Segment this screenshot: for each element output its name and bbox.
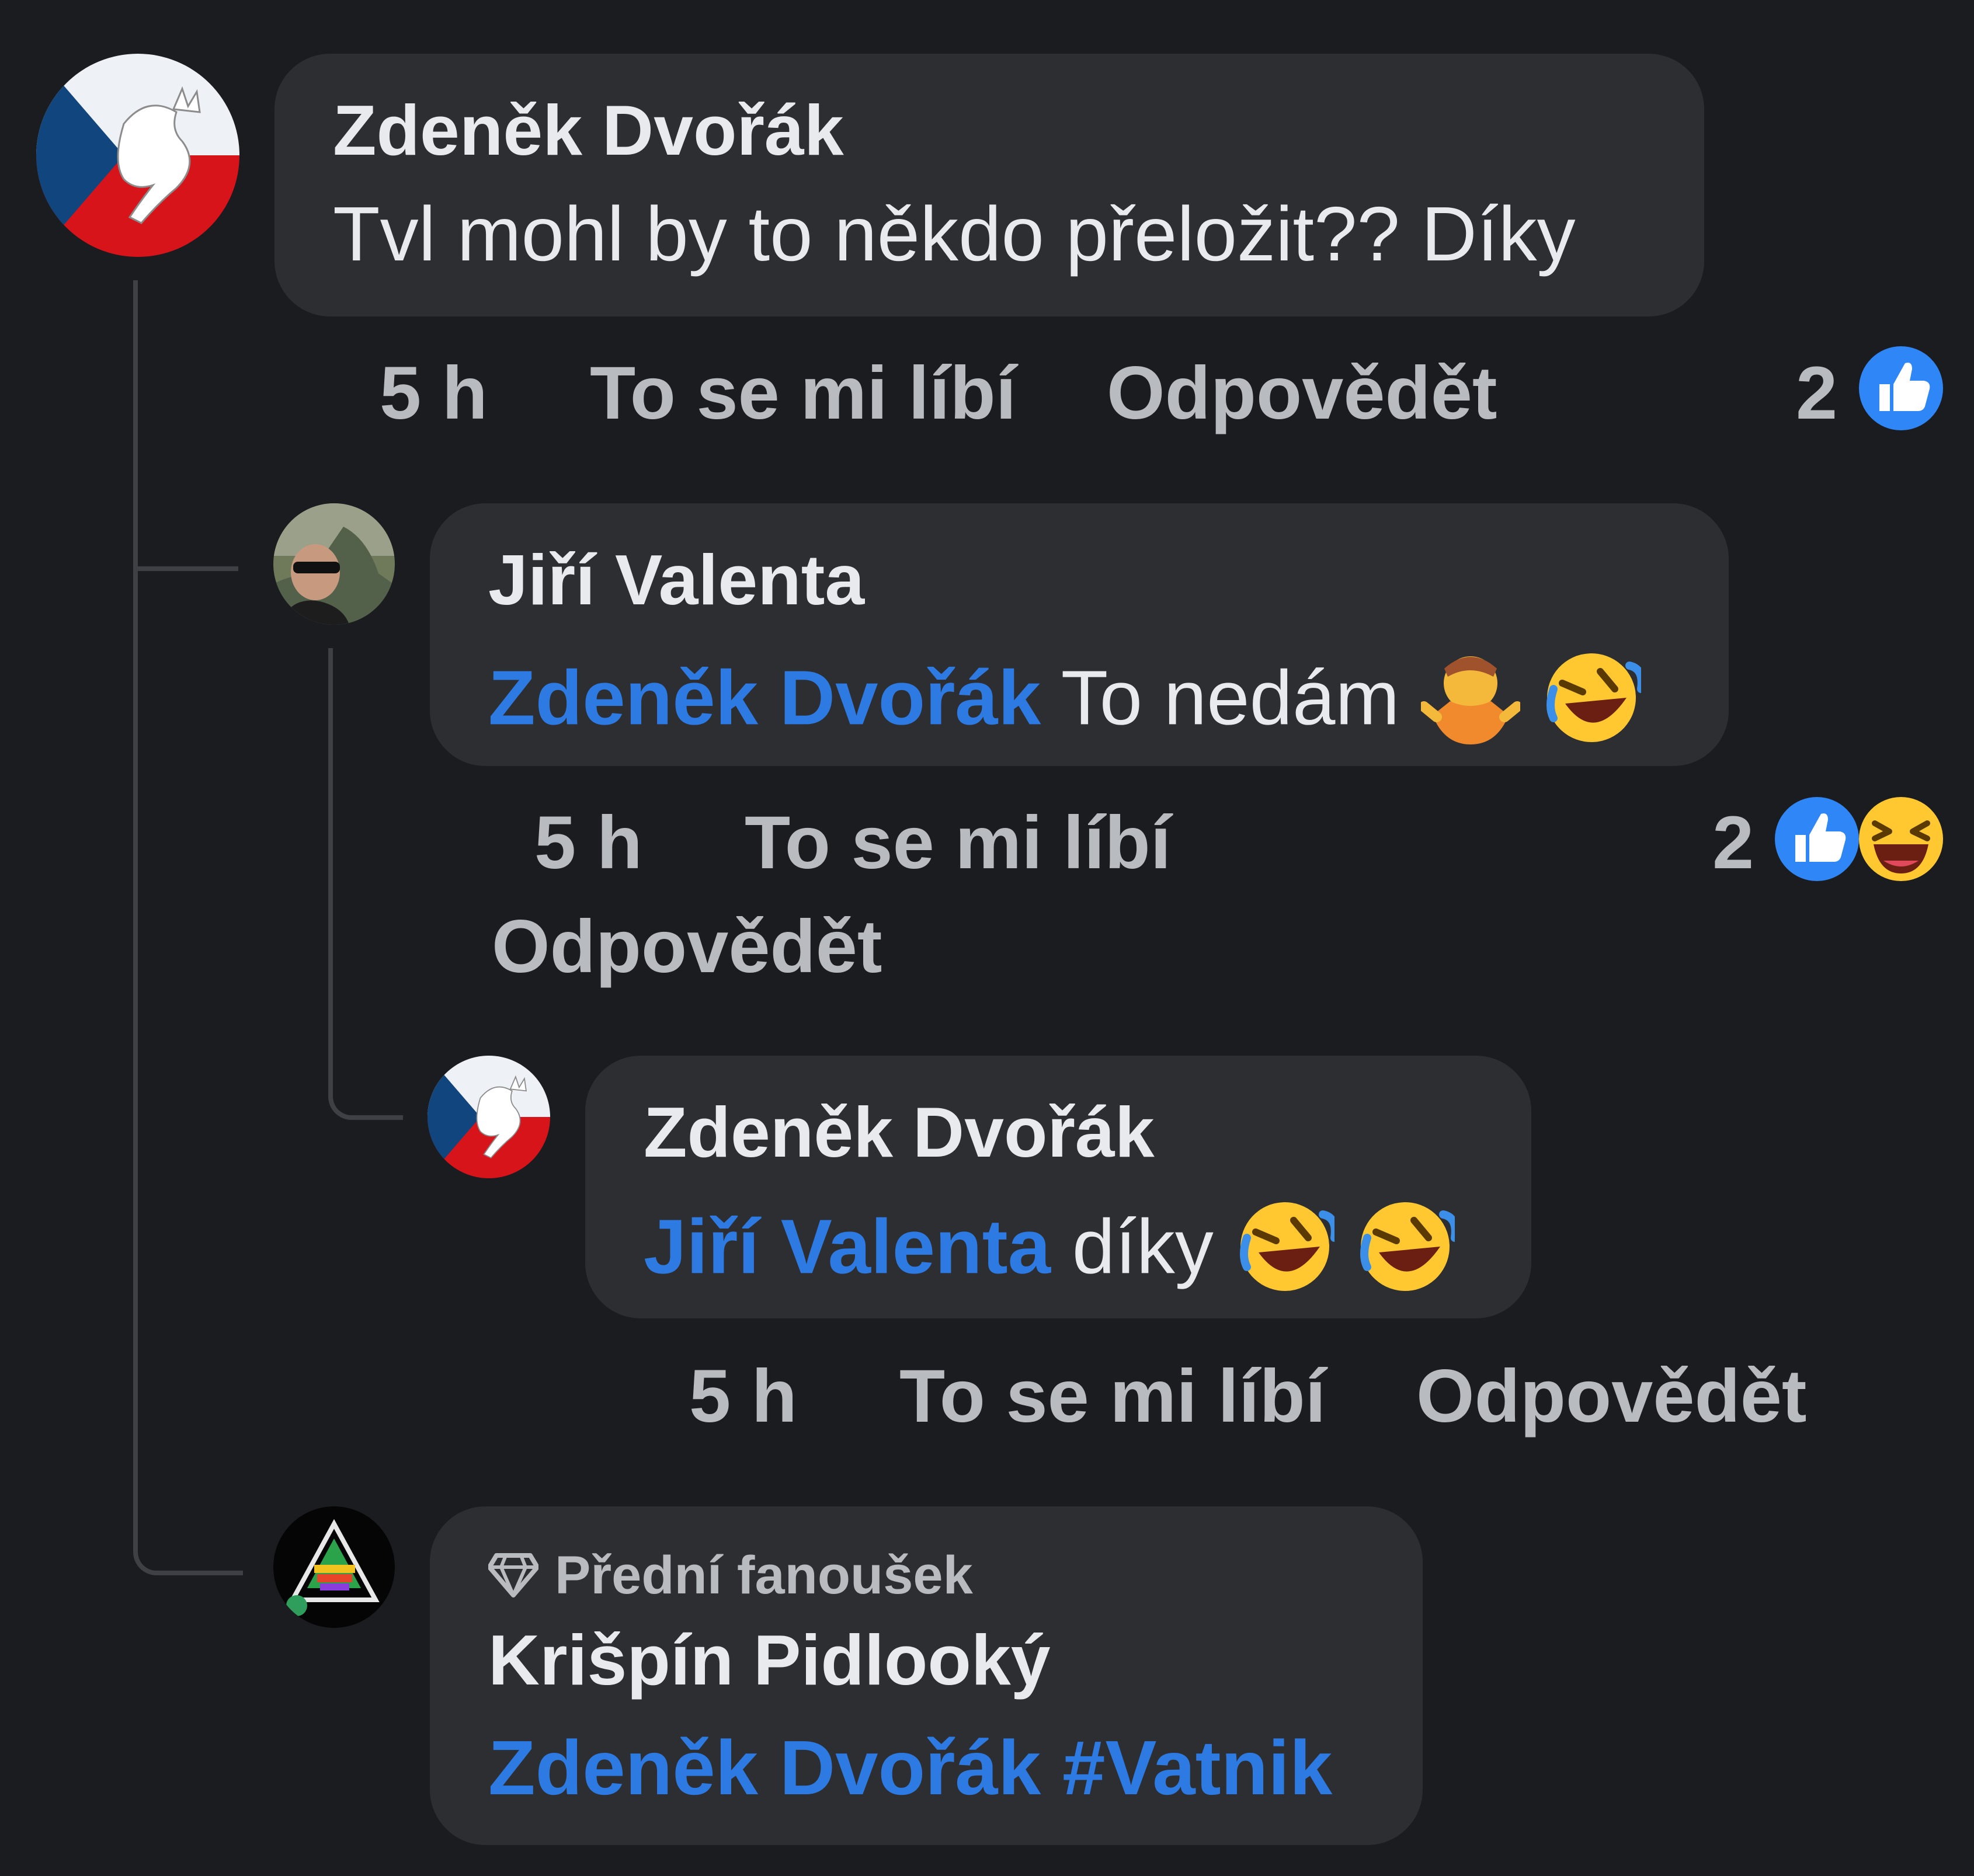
like-reaction-icon[interactable]: [1857, 344, 1945, 432]
diamond-icon: [487, 1553, 540, 1606]
rolling-laughing-emoji: [1235, 1197, 1339, 1308]
comment-time[interactable]: 5 h: [689, 1359, 797, 1434]
mention-link[interactable]: Zdeněk Dvořák: [488, 1725, 1041, 1811]
badge-label: Přední fanoušek: [555, 1546, 973, 1605]
reply-button[interactable]: Odpovědět: [492, 910, 882, 984]
comment-text: díky: [1072, 1203, 1214, 1290]
comment-text: To nedám: [1061, 655, 1400, 741]
avatar-krispin-pidlooky[interactable]: [273, 1506, 395, 1628]
comment-time[interactable]: 5 h: [534, 806, 642, 880]
avatar-jiri-valenta[interactable]: [273, 503, 395, 625]
like-button[interactable]: To se mi líbí: [899, 1359, 1326, 1434]
thread-line-reply-1: [133, 514, 238, 571]
reply-button[interactable]: Odpovědět: [1107, 356, 1497, 431]
like-button[interactable]: To se mi líbí: [590, 356, 1016, 431]
comment-text-line: Jiří Valenta díky: [644, 1197, 1459, 1308]
avatar-czech-flag[interactable]: [36, 54, 239, 257]
czech-lion-avatar-icon: [428, 1056, 550, 1178]
hashtag-link[interactable]: #Vatnik: [1062, 1725, 1332, 1811]
pyramid-avatar-icon: [273, 1506, 395, 1628]
thread-line-main: [133, 280, 243, 1575]
comment-text: Tvl mohl by to někdo přeložit?? Díky: [333, 191, 1576, 277]
mention-link[interactable]: Zdeněk Dvořák: [488, 655, 1041, 740]
comment-author[interactable]: Krišpín Pidlooký: [488, 1624, 1051, 1696]
laughing-reaction-icon[interactable]: [1857, 795, 1945, 883]
avatar-czech-flag[interactable]: [428, 1056, 550, 1178]
reaction-count[interactable]: 2: [1796, 356, 1837, 431]
reaction-count[interactable]: 2: [1712, 806, 1754, 880]
top-fan-badge: Přední fanoušek: [487, 1546, 973, 1606]
thread-line-nested: [328, 648, 403, 1120]
user-photo-icon: [273, 503, 395, 625]
mention-link[interactable]: Jiří Valenta: [644, 1203, 1051, 1289]
comment-text-line: Zdeněk Dvořák #Vatnik: [488, 1729, 1332, 1807]
comment-author[interactable]: Zdeněk Dvořák: [644, 1097, 1155, 1168]
comment-author[interactable]: Zdeněk Dvořák: [333, 95, 844, 166]
comment-author[interactable]: Jiří Valenta: [488, 544, 864, 615]
czech-lion-avatar-icon: [36, 54, 239, 257]
comment-text-line: Zdeněk Dvořák To nedám: [488, 648, 1646, 760]
rolling-laughing-emoji: [1542, 648, 1646, 760]
reply-button[interactable]: Odpovědět: [1416, 1359, 1807, 1434]
person-shrugging-emoji: [1419, 651, 1523, 757]
comment-time[interactable]: 5 h: [380, 356, 488, 431]
like-reaction-icon[interactable]: [1773, 795, 1861, 883]
rolling-laughing-emoji: [1356, 1197, 1459, 1308]
like-button[interactable]: To se mi líbí: [745, 806, 1171, 880]
